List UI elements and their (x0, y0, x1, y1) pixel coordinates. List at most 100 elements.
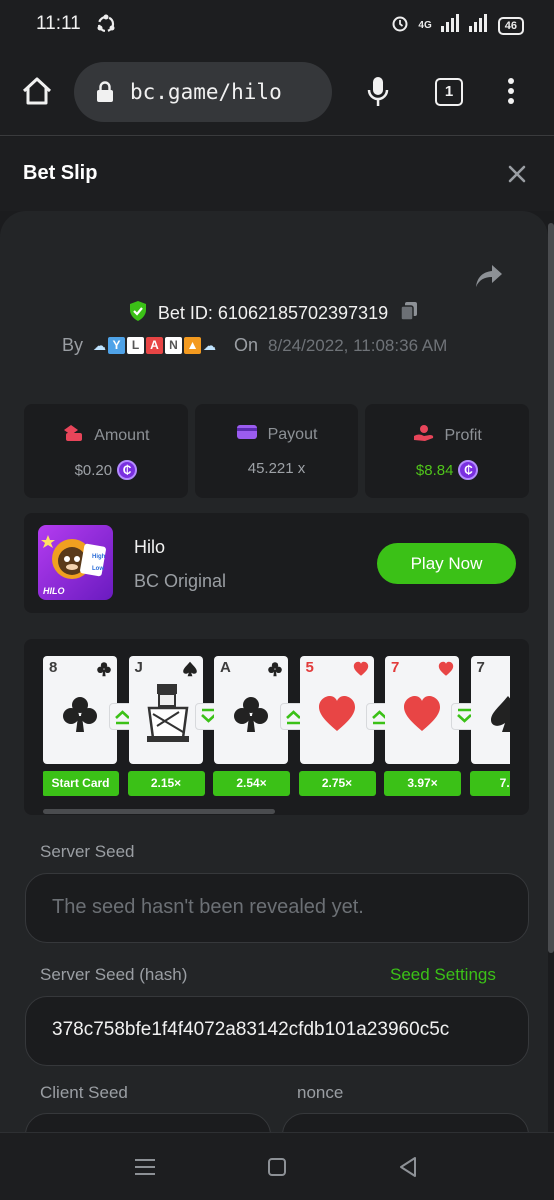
play-now-button[interactable]: Play Now (377, 543, 516, 584)
heart-icon (317, 694, 357, 739)
server-hash-field[interactable]: 378c758bfe1f4f4072a83142cfdb101a23960c5c (25, 996, 529, 1066)
card-rank: 7 (476, 659, 485, 676)
server-hash-label: Server Seed (hash) (40, 965, 188, 984)
card-rank: J (134, 659, 143, 676)
spade-icon (182, 661, 198, 682)
club-icon (267, 661, 283, 682)
signal-icon (440, 14, 460, 37)
thumb-badge-low: Low (92, 566, 104, 572)
share-icon[interactable] (474, 263, 504, 294)
recent-apps-icon[interactable] (134, 1158, 156, 1181)
bet-meta-row: By ☁ Y L A N ▲ ☁ On 8/24/2022, 11:08:36 … (62, 335, 447, 356)
on-label: On (234, 335, 259, 355)
server-seed-label: Server Seed (40, 842, 135, 861)
card-rank: 8 (49, 659, 58, 676)
bet-id: Bet ID: 61062185702397319 (157, 303, 389, 323)
stat-value: $8.84 (415, 461, 454, 479)
url-text: bc.game/hilo (130, 80, 282, 104)
bet-id-row: Bet ID: 61062185702397319 (0, 300, 548, 327)
browser-toolbar: bc.game/hilo 1 (0, 50, 554, 136)
bc-coin-icon: ₵ (117, 460, 138, 480)
game-card: High Low HILO Hilo BC Original Play Now (24, 513, 529, 613)
bet-date: 8/24/2022, 11:08:36 AM (268, 335, 448, 355)
tab-switcher-button[interactable]: 1 (435, 78, 463, 106)
bet-slip-panel: Bet ID: 61062185702397319 By ☁ Y L A N ▲… (0, 211, 548, 1132)
multiplier-label: Start Card (43, 771, 119, 796)
signal-icon-2 (468, 14, 490, 37)
sync-icon (95, 13, 117, 40)
stat-payout: Payout 45.221 x (194, 404, 359, 498)
nonce-label: nonce (297, 1083, 344, 1102)
cards-track[interactable]: 8 Start Card J 2.15× A 2.54× 5 2.75× 7 3.97× 7 7.3 (43, 656, 510, 796)
heart-icon (353, 661, 369, 682)
client-seed-label: Client Seed (40, 1083, 128, 1102)
nonce-field[interactable] (282, 1113, 529, 1132)
user-letter: N (165, 337, 183, 354)
battery-icon: 46 (497, 16, 524, 35)
cloud-icon: ☁ (203, 337, 217, 353)
bet-amount-icon (62, 424, 84, 447)
playing-card: A (214, 656, 288, 764)
stat-value: 45.221 x (247, 460, 306, 477)
wallet-icon (236, 424, 258, 445)
thumb-label: HILO (43, 586, 65, 596)
address-bar[interactable]: bc.game/hilo (74, 62, 332, 122)
system-navigation-bar (0, 1132, 554, 1200)
club-icon (60, 694, 100, 739)
bc-coin-icon: ₵ (458, 460, 479, 480)
copy-icon[interactable] (398, 300, 420, 327)
stat-label: Amount (94, 426, 150, 444)
game-subtitle: BC Original (134, 571, 227, 591)
cards-history: 8 Start Card J 2.15× A 2.54× 5 2.75× 7 3.97× 7 7.3 (24, 639, 529, 815)
stat-amount: Amount $0.20 ₵ (24, 404, 188, 498)
hilo-game-thumbnail: High Low HILO (38, 525, 113, 600)
lock-icon (96, 81, 114, 108)
stat-label: Profit (444, 426, 482, 444)
playing-card: 5 (299, 656, 374, 764)
by-label: By (62, 335, 84, 355)
status-bar: 11:11 4G 46 (0, 0, 554, 50)
close-icon[interactable] (506, 163, 528, 185)
card-rank: A (220, 659, 231, 676)
page-title: Bet Slip (23, 162, 98, 184)
heart-icon (438, 661, 454, 682)
client-seed-field[interactable] (25, 1113, 271, 1132)
server-seed-field[interactable]: The seed hasn't been revealed yet. (25, 873, 529, 943)
stat-profit: Profit $8.84 ₵ (365, 404, 530, 498)
multiplier-label: 2.75× (298, 771, 376, 796)
jack-face-icon (143, 682, 193, 749)
thumb-badge-high: High (92, 554, 106, 560)
playing-card: 7 (470, 656, 510, 764)
horizontal-scrollbar[interactable] (43, 809, 275, 814)
cloud-icon: ☁ (93, 337, 107, 353)
bet-stats: Amount $0.20 ₵ Payout 45.221 x Profit $8… (24, 404, 530, 498)
club-icon (96, 661, 112, 682)
microphone-icon[interactable] (366, 76, 390, 113)
spade-icon (488, 694, 510, 739)
card-rank: 7 (391, 659, 400, 676)
club-icon (231, 694, 271, 739)
back-icon[interactable] (398, 1156, 418, 1183)
stat-label: Payout (267, 425, 318, 443)
playing-card: 8 (43, 656, 117, 764)
user-letter: A (146, 337, 164, 354)
overflow-menu-icon[interactable] (506, 78, 516, 108)
multiplier-label: 7.3 (469, 771, 510, 796)
server-seed-value: The seed hasn't been revealed yet. (52, 896, 364, 918)
status-time: 11:11 (36, 13, 81, 34)
home-nav-icon[interactable] (267, 1157, 287, 1182)
multiplier-label: 2.15× (127, 771, 205, 796)
home-icon[interactable] (20, 76, 54, 111)
verified-shield-icon (128, 300, 148, 327)
playing-card: J (128, 656, 203, 764)
multiplier-label: 2.54× (213, 771, 290, 796)
seed-settings-link[interactable]: Seed Settings (390, 965, 496, 985)
vertical-scrollbar[interactable] (548, 223, 554, 953)
alarm-icon (390, 13, 410, 38)
warning-icon: ▲ (184, 337, 202, 354)
heart-icon (402, 694, 442, 739)
user-letter: L (127, 337, 145, 354)
bet-slip-header: Bet Slip (0, 137, 554, 211)
username-badge[interactable]: ☁ Y L A N ▲ ☁ (93, 337, 216, 354)
user-letter: Y (108, 337, 126, 354)
